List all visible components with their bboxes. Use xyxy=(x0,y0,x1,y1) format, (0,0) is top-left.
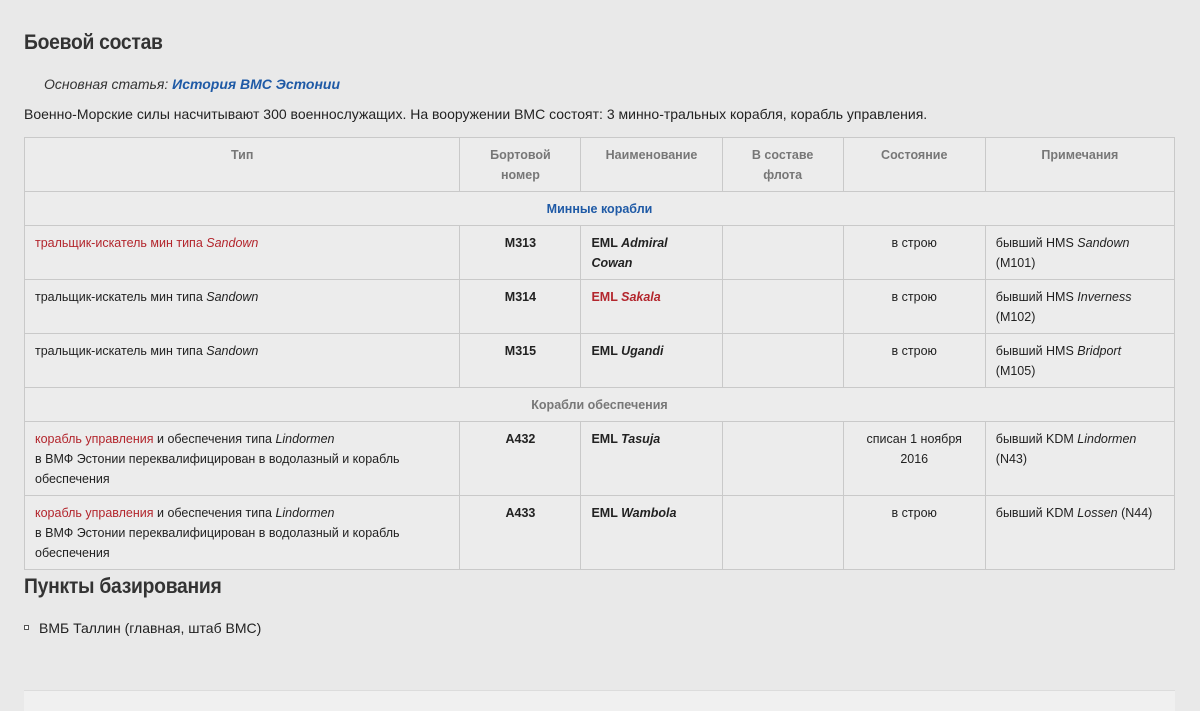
section-title-combat-composition: Боевой состав xyxy=(24,31,163,54)
note-prefix: бывший KDM xyxy=(995,506,1078,520)
note-prefix: бывший HMS xyxy=(995,344,1078,358)
group-row: Корабли обеспечения xyxy=(24,387,1175,422)
cell-in-fleet xyxy=(721,495,844,570)
note-prefix: бывший KDM xyxy=(995,432,1078,446)
cell-name: EML Ugandi xyxy=(580,333,723,388)
cell-in-fleet xyxy=(721,421,844,496)
fleet-table: Тип Бортовой номер Наименование В состав… xyxy=(23,137,1176,570)
cell-hull-number: M314 xyxy=(459,279,582,334)
cell-name: EML Tasuja xyxy=(580,421,723,496)
table-row: корабль управления и обеспечения типа Li… xyxy=(23,421,1176,496)
name-prefix: EML xyxy=(591,432,622,446)
main-article-note: Основная статья: История ВМС Эстонии xyxy=(44,76,340,92)
note-pennant: (M105) xyxy=(995,364,1036,378)
type-class: Sandown xyxy=(206,290,259,304)
type-note: в ВМФ Эстонии переквалифицирован в водол… xyxy=(35,452,400,486)
cell-notes: бывший HMS Bridport (M105) xyxy=(984,333,1176,388)
main-article-link[interactable]: История ВМС Эстонии xyxy=(172,76,340,92)
group-mine-ships[interactable]: Минные корабли xyxy=(24,191,1175,226)
name-prefix: EML xyxy=(591,344,622,358)
note-former-name: Lindormen xyxy=(1077,432,1137,446)
ship-name: Tasuja xyxy=(621,432,661,446)
note-former-name: Inverness xyxy=(1077,290,1132,304)
cell-in-fleet xyxy=(721,333,844,388)
note-former-name: Lossen xyxy=(1077,506,1118,520)
cell-name[interactable]: EML Sakala xyxy=(580,279,723,334)
table-header-row: Тип Бортовой номер Наименование В состав… xyxy=(23,137,1176,192)
cell-notes: бывший HMS Inverness (M102) xyxy=(984,279,1176,334)
type-class: Sandown xyxy=(206,344,259,358)
type-note: в ВМФ Эстонии переквалифицирован в водол… xyxy=(35,526,400,560)
note-prefix: бывший HMS xyxy=(995,236,1078,250)
name-prefix: EML xyxy=(591,236,622,250)
header-hull-number: Бортовой номер xyxy=(459,137,582,192)
header-type: Тип xyxy=(23,137,461,192)
group-support-ships: Корабли обеспечения xyxy=(24,387,1175,422)
bases-list: ВМБ Таллин (главная, штаб ВМС) xyxy=(24,620,261,636)
type-link[interactable]: тральщик-искатель мин типа Sandown xyxy=(35,236,258,250)
cell-type: тральщик-искатель мин типа Sandown xyxy=(23,225,461,280)
type-text: и обеспечения типа xyxy=(153,432,276,446)
table-row: тральщик-искатель мин типа Sandown M314 … xyxy=(23,279,1176,334)
cell-status: в строю xyxy=(842,333,986,388)
ship-name: Wambola xyxy=(621,506,677,520)
cell-status: в строю xyxy=(842,279,986,334)
header-in-fleet: В составе флота xyxy=(721,137,844,192)
cell-notes: бывший HMS Sandown (M101) xyxy=(984,225,1176,280)
table-row: тральщик-искатель мин типа Sandown M313 … xyxy=(23,225,1176,280)
type-link[interactable]: корабль управления xyxy=(35,432,154,446)
cell-type: корабль управления и обеспечения типа Li… xyxy=(23,421,461,496)
cell-name: EML Admiral Cowan xyxy=(580,225,723,280)
header-name: Наименование xyxy=(580,137,723,192)
note-former-name: Sandown xyxy=(1077,236,1130,250)
header-notes: Примечания xyxy=(984,137,1176,192)
cell-status: в строю xyxy=(842,225,986,280)
group-row: Минные корабли xyxy=(24,191,1175,226)
type-text: тральщик-искатель мин типа xyxy=(35,290,207,304)
intro-paragraph: Военно-Морские силы насчитывают 300 воен… xyxy=(24,106,928,122)
ship-name-link[interactable]: Sakala xyxy=(621,290,661,304)
type-class: Lindormen xyxy=(275,432,335,446)
cell-in-fleet xyxy=(721,279,844,334)
section-title-bases: Пункты базирования xyxy=(24,575,222,598)
type-class: Sandown xyxy=(206,236,259,250)
cell-hull-number: M315 xyxy=(459,333,582,388)
list-item: ВМБ Таллин (главная, штаб ВМС) xyxy=(24,620,261,636)
note-former-name: Bridport xyxy=(1077,344,1122,358)
type-text: тральщик-искатель мин типа xyxy=(35,344,207,358)
cell-type: тральщик-искатель мин типа Sandown xyxy=(23,333,461,388)
name-prefix: EML xyxy=(591,506,622,520)
type-link[interactable]: корабль управления xyxy=(35,506,154,520)
main-article-prefix: Основная статья: xyxy=(44,76,173,92)
note-pennant: (N44) xyxy=(1117,506,1153,520)
type-class: Lindormen xyxy=(275,506,335,520)
cell-hull-number: M313 xyxy=(459,225,582,280)
list-item-text: ВМБ Таллин (главная, штаб ВМС) xyxy=(39,620,262,636)
name-prefix: EML xyxy=(591,290,622,304)
note-pennant: (M102) xyxy=(995,310,1036,324)
bullet-icon xyxy=(24,625,29,630)
table-row: корабль управления и обеспечения типа Li… xyxy=(23,495,1176,570)
cell-notes: бывший KDM Lindormen (N43) xyxy=(984,421,1176,496)
cell-hull-number: A432 xyxy=(459,421,582,496)
ship-name: Ugandi xyxy=(621,344,664,358)
note-prefix: бывший HMS xyxy=(995,290,1078,304)
cell-notes: бывший KDM Lossen (N44) xyxy=(984,495,1176,570)
type-text: тральщик-искатель мин типа xyxy=(35,236,207,250)
table-row: тральщик-искатель мин типа Sandown M315 … xyxy=(23,333,1176,388)
cell-in-fleet xyxy=(721,225,844,280)
note-pennant: (M101) xyxy=(995,256,1036,270)
header-status: Состояние xyxy=(842,137,986,192)
type-text: и обеспечения типа xyxy=(153,506,276,520)
cell-type: корабль управления и обеспечения типа Li… xyxy=(23,495,461,570)
cell-type: тральщик-искатель мин типа Sandown xyxy=(23,279,461,334)
cell-hull-number: A433 xyxy=(459,495,582,570)
cell-status: в строю xyxy=(842,495,986,570)
cell-name: EML Wambola xyxy=(580,495,723,570)
note-pennant: (N43) xyxy=(995,452,1028,466)
cell-status: списан 1 ноября 2016 xyxy=(842,421,986,496)
